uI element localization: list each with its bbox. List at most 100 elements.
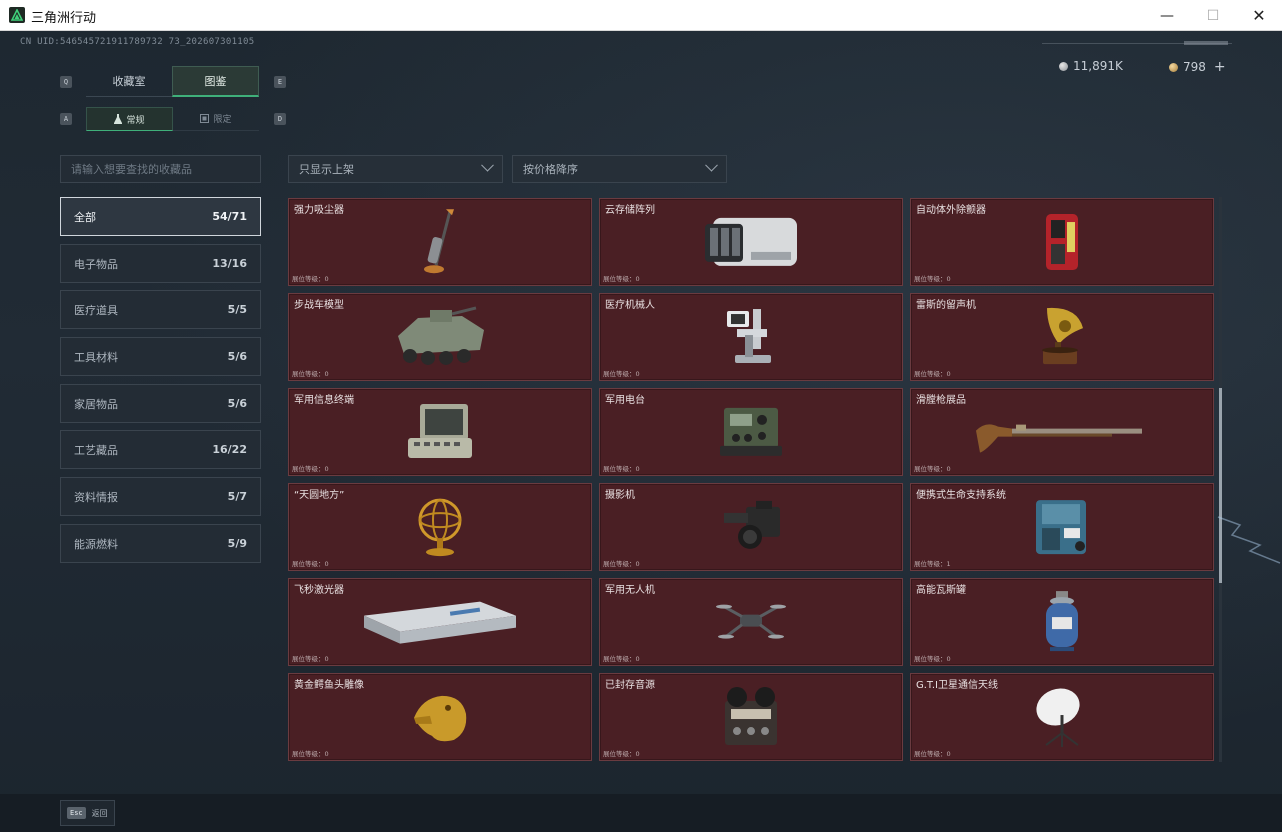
item-level: 展位等级：0	[292, 465, 329, 473]
item-name: 摄影机	[605, 490, 635, 501]
item-card[interactable]: 滑膛枪展品 展位等级：0	[910, 388, 1214, 476]
subtab-limited[interactable]: 限定	[173, 107, 259, 131]
category-count: 5/9	[227, 537, 247, 550]
gold-currency[interactable]: 798 +	[1169, 59, 1226, 75]
esc-key-hint: Esc	[67, 807, 86, 819]
armillary-icon	[413, 494, 467, 564]
category-count: 5/6	[227, 397, 247, 410]
item-level: 展位等级：0	[914, 750, 951, 758]
category-energy[interactable]: 能源燃料 5/9	[60, 524, 261, 563]
category-label: 工具材料	[74, 350, 118, 364]
search-input[interactable]: 请输入想要查找的收藏品	[60, 155, 261, 183]
shelf-filter-value: 只显示上架	[299, 163, 354, 176]
category-label: 资料情报	[74, 490, 118, 504]
item-name: 医疗机械人	[605, 300, 655, 311]
item-name: 云存储阵列	[605, 205, 655, 216]
item-level: 展位等级：1	[914, 560, 951, 568]
category-count: 16/22	[212, 443, 247, 456]
chevron-down-icon	[705, 158, 718, 172]
item-card[interactable]: 黄金鳄鱼头雕像 展位等级：0	[288, 673, 592, 761]
item-card[interactable]: 步战车模型 展位等级：0	[288, 293, 592, 381]
item-name: 步战车模型	[294, 300, 344, 311]
category-count: 5/6	[227, 350, 247, 363]
shelf-filter-dropdown[interactable]: 只显示上架	[288, 155, 503, 183]
silver-currency: 11,891K	[1059, 59, 1123, 73]
category-label: 能源燃料	[74, 537, 118, 551]
item-card[interactable]: 飞秒激光器 展位等级：0	[288, 578, 592, 666]
item-card[interactable]: 便携式生命支持系统 展位等级：1	[910, 483, 1214, 571]
category-intel[interactable]: 资料情报 5/7	[60, 477, 261, 516]
item-card[interactable]: 军用信息终端 展位等级：0	[288, 388, 592, 476]
item-name: 滑膛枪展品	[916, 395, 966, 406]
category-medical[interactable]: 医疗道具 5/5	[60, 290, 261, 329]
subtab-limited-label: 限定	[213, 115, 232, 125]
life-support-icon	[1030, 494, 1094, 564]
add-currency-button[interactable]: +	[1214, 59, 1226, 75]
medical-robot-icon	[723, 305, 779, 373]
category-count: 13/16	[212, 257, 247, 270]
silver-amount: 11,891K	[1073, 59, 1123, 73]
gold-amount: 798	[1183, 60, 1206, 74]
category-tools[interactable]: 工具材料 5/6	[60, 337, 261, 376]
gas-tank-icon	[1042, 589, 1082, 659]
item-card[interactable]: “天圆地方” 展位等级：0	[288, 483, 592, 571]
item-card[interactable]: 自动体外除颤器 展位等级：0	[910, 198, 1214, 286]
item-level: 展位等级：0	[603, 465, 640, 473]
top-right-decoration	[1042, 41, 1232, 45]
close-button[interactable]: ✕	[1236, 0, 1282, 31]
item-name: 军用无人机	[605, 585, 655, 596]
item-card[interactable]: 军用无人机 展位等级：0	[599, 578, 903, 666]
drone-icon	[716, 597, 786, 651]
category-label: 工艺藏品	[74, 443, 118, 457]
item-name: 军用信息终端	[294, 395, 354, 406]
item-name: 高能瓦斯罐	[916, 585, 966, 596]
item-level: 展位等级：0	[603, 370, 640, 378]
gold-coin-icon	[1169, 62, 1178, 72]
item-name: 军用电台	[605, 395, 645, 406]
minimize-button[interactable]: —	[1144, 0, 1190, 31]
category-all[interactable]: 全部 54/71	[60, 197, 261, 236]
sort-value: 按价格降序	[523, 163, 578, 176]
vacuum-icon	[420, 207, 460, 281]
tab-atlas[interactable]: 图鉴	[172, 66, 259, 97]
camera-icon	[716, 497, 786, 561]
sort-dropdown[interactable]: 按价格降序	[512, 155, 727, 183]
item-level: 展位等级：0	[603, 750, 640, 758]
category-crafts[interactable]: 工艺藏品 16/22	[60, 430, 261, 469]
item-card[interactable]: 云存储阵列 展位等级：0	[599, 198, 903, 286]
item-card[interactable]: 强力吸尘器 展位等级：0	[288, 198, 592, 286]
category-count: 5/7	[227, 490, 247, 503]
maximize-button[interactable]: ☐	[1190, 0, 1236, 31]
laser-icon	[360, 596, 520, 652]
item-level: 展位等级：0	[914, 275, 951, 283]
item-name: 强力吸尘器	[294, 205, 344, 216]
item-level: 展位等级：0	[292, 370, 329, 378]
subtab-normal-label: 常规	[126, 115, 145, 126]
item-card[interactable]: 军用电台 展位等级：0	[599, 388, 903, 476]
category-label: 电子物品	[74, 257, 118, 271]
item-card[interactable]: G.T.I卫星通信天线 展位等级：0	[910, 673, 1214, 761]
category-household[interactable]: 家居物品 5/6	[60, 384, 261, 423]
back-button[interactable]: Esc 返回	[60, 800, 115, 826]
item-card[interactable]: 摄影机 展位等级：0	[599, 483, 903, 571]
subtab-normal[interactable]: 常规	[86, 107, 173, 131]
key-hint-a: A	[60, 113, 72, 125]
flask-icon	[114, 114, 123, 124]
frame-icon	[200, 114, 210, 123]
gramophone-icon	[1037, 304, 1087, 374]
category-electronics[interactable]: 电子物品 13/16	[60, 244, 261, 283]
defibrillator-icon	[1042, 210, 1082, 278]
satellite-dish-icon	[1032, 685, 1092, 753]
musket-icon	[972, 407, 1152, 461]
tab-collection-room[interactable]: 收藏室	[86, 66, 172, 97]
back-label: 返回	[91, 808, 108, 818]
uid-text: CN UID:546545721911789732 73_20260730110…	[20, 37, 255, 47]
item-name: 飞秒激光器	[294, 585, 344, 596]
item-card[interactable]: 雷斯的留声机 展位等级：0	[910, 293, 1214, 381]
item-card[interactable]: 已封存音源 展位等级：0	[599, 673, 903, 761]
radio-icon	[716, 402, 786, 466]
item-card[interactable]: 高能瓦斯罐 展位等级：0	[910, 578, 1214, 666]
key-hint-d: D	[274, 113, 286, 125]
game-viewport: CN UID:546545721911789732 73_20260730110…	[0, 31, 1282, 832]
item-card[interactable]: 医疗机械人 展位等级：0	[599, 293, 903, 381]
